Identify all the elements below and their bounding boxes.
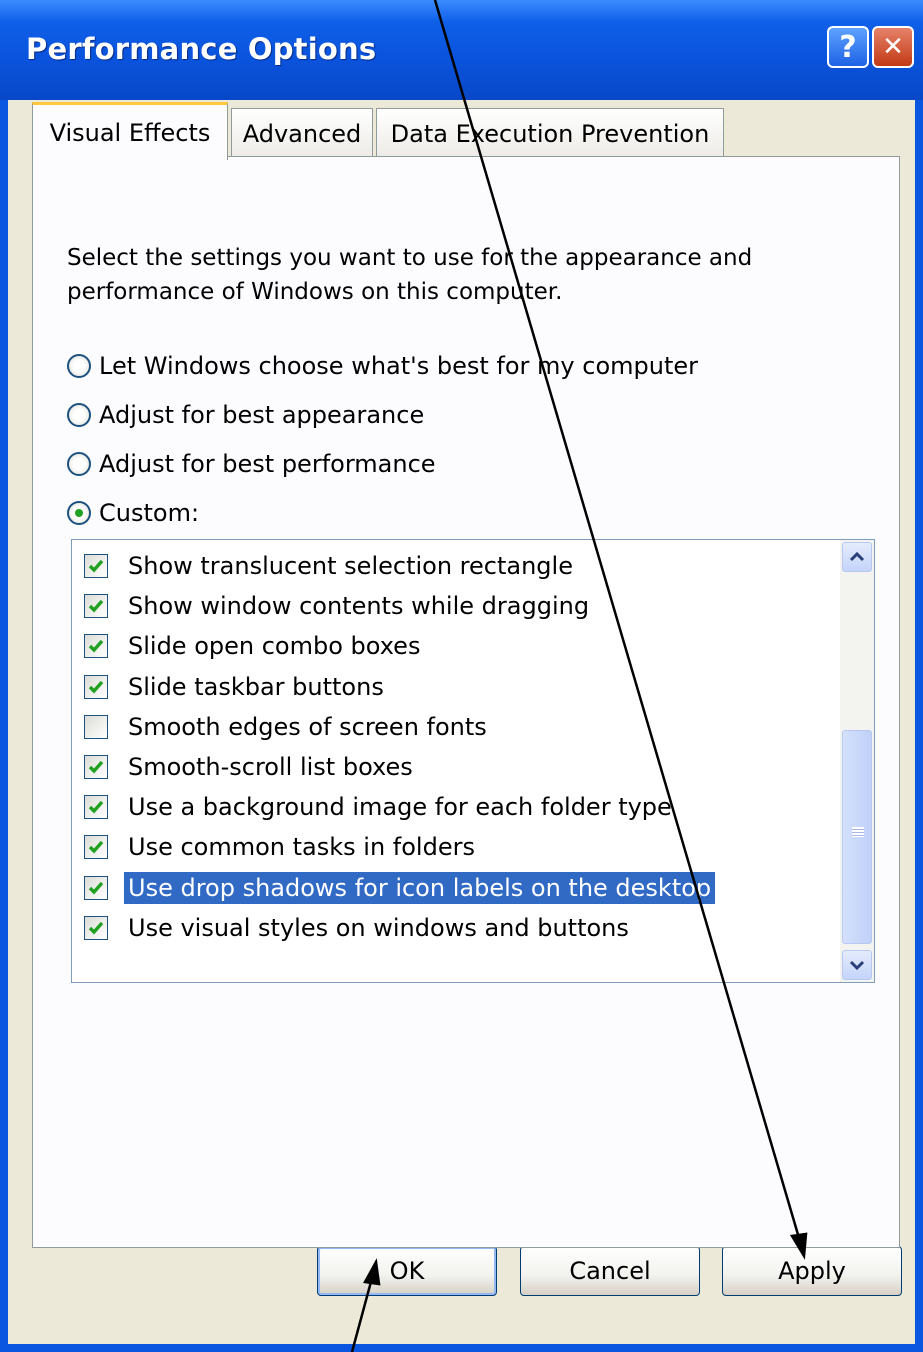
- list-item[interactable]: Use a background image for each folder t…: [84, 789, 676, 825]
- list-item-label: Show window contents while dragging: [128, 592, 590, 621]
- checkmark-icon: [88, 640, 104, 653]
- vertical-scrollbar[interactable]: [840, 540, 874, 982]
- tab-label: Advanced: [242, 119, 362, 148]
- visual-effects-panel: Select the settings you want to use for …: [32, 156, 900, 1248]
- list-item[interactable]: Use visual styles on windows and buttons: [84, 910, 633, 946]
- checkbox[interactable]: [84, 755, 108, 779]
- ok-button[interactable]: OK: [317, 1246, 497, 1296]
- radio-let-windows-choose[interactable]: Let Windows choose what's best for my co…: [67, 349, 698, 383]
- checkbox[interactable]: [84, 875, 108, 900]
- apply-button[interactable]: Apply: [722, 1246, 902, 1296]
- list-item-label: Use drop shadows for icon labels on the …: [124, 871, 716, 904]
- checkmark-icon: [88, 559, 104, 573]
- checkbox[interactable]: [84, 554, 108, 578]
- checkmark-icon: [88, 760, 104, 774]
- list-item-label: Smooth edges of screen fonts: [128, 712, 487, 741]
- checkmark-icon: [88, 921, 104, 935]
- scroll-up-button[interactable]: [842, 542, 872, 572]
- checkbox[interactable]: [84, 594, 108, 619]
- checkmark-icon: [88, 600, 104, 613]
- tab-label: Visual Effects: [49, 118, 211, 147]
- scroll-down-button[interactable]: [842, 950, 872, 980]
- tab-visual-effects[interactable]: Visual Effects: [32, 102, 228, 160]
- radio-button[interactable]: [67, 354, 91, 378]
- window-title: Performance Options: [26, 32, 377, 66]
- help-button[interactable]: ?: [827, 26, 869, 68]
- tab-advanced[interactable]: Advanced: [231, 108, 373, 158]
- title-bar[interactable]: Performance Options ? ✕: [0, 0, 923, 100]
- checkbox[interactable]: [84, 915, 108, 940]
- performance-options-window: Performance Options ? ✕ Visual Effects A…: [0, 0, 923, 1352]
- list-item[interactable]: Show window contents while dragging: [84, 588, 593, 624]
- list-item[interactable]: Smooth edges of screen fonts: [84, 709, 491, 745]
- help-icon: ?: [839, 29, 857, 65]
- grip-icon: [852, 827, 864, 837]
- list-item[interactable]: Slide taskbar buttons: [84, 669, 388, 705]
- radio-label: Adjust for best appearance: [99, 401, 425, 429]
- checkmark-icon: [88, 841, 104, 854]
- list-item-label: Show translucent selection rectangle: [128, 552, 573, 580]
- dialog-client-area: Visual Effects Advanced Data Execution P…: [8, 100, 915, 1344]
- list-item-label: Smooth-scroll list boxes: [128, 753, 413, 781]
- visual-effects-list[interactable]: Show translucent selection rectangle Show…: [71, 539, 875, 983]
- radio-label: Custom:: [99, 499, 200, 527]
- checkmark-icon: [88, 801, 104, 814]
- tab-data-execution-prevention[interactable]: Data Execution Prevention: [376, 108, 724, 158]
- list-item-label: Slide taskbar buttons: [128, 672, 384, 701]
- checkmark-icon: [88, 680, 104, 694]
- list-item-label: Slide open combo boxes: [128, 632, 421, 661]
- checkbox[interactable]: [84, 714, 108, 739]
- radio-button[interactable]: [67, 501, 91, 525]
- checkbox[interactable]: [84, 674, 108, 699]
- checkmark-icon: [88, 881, 104, 895]
- cancel-button[interactable]: Cancel: [520, 1246, 700, 1296]
- list-item[interactable]: Use drop shadows for icon labels on the …: [84, 870, 716, 906]
- list-item[interactable]: Show translucent selection rectangle: [84, 548, 577, 584]
- checkbox[interactable]: [84, 634, 108, 659]
- list-item-label: Use common tasks in folders: [128, 833, 475, 862]
- list-item[interactable]: Slide open combo boxes: [84, 628, 424, 664]
- radio-best-appearance[interactable]: Adjust for best appearance: [67, 398, 424, 432]
- tab-label: Data Execution Prevention: [390, 119, 710, 148]
- radio-label: Let Windows choose what's best for my co…: [99, 352, 699, 380]
- radio-button[interactable]: [67, 452, 91, 476]
- checkbox[interactable]: [84, 795, 108, 820]
- close-button[interactable]: ✕: [872, 26, 914, 68]
- radio-best-performance[interactable]: Adjust for best performance: [67, 447, 436, 481]
- radio-label: Adjust for best performance: [99, 450, 436, 478]
- list-item[interactable]: Smooth-scroll list boxes: [84, 749, 417, 785]
- close-icon: ✕: [882, 32, 904, 62]
- description-text: Select the settings you want to use for …: [67, 245, 753, 305]
- list-item-label: Use a background image for each folder t…: [128, 793, 672, 822]
- scroll-thumb[interactable]: [842, 730, 872, 944]
- chevron-up-icon: [849, 551, 865, 562]
- radio-custom[interactable]: Custom:: [67, 496, 199, 530]
- list-item[interactable]: Use common tasks in folders: [84, 829, 479, 865]
- list-item-label: Use visual styles on windows and buttons: [128, 913, 629, 942]
- checkbox[interactable]: [84, 835, 108, 860]
- chevron-down-icon: [849, 960, 865, 971]
- radio-button[interactable]: [67, 403, 91, 427]
